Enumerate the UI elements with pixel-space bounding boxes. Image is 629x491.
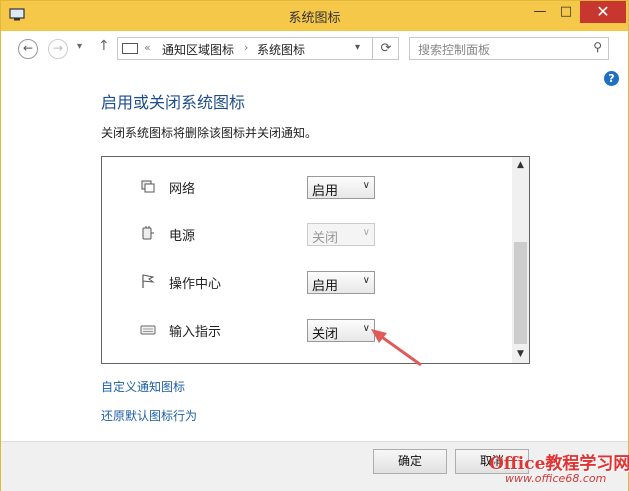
navigation-bar: ← → ▾ ↑ « 通知区域图标 › 系统图标 ▾ ⟳ 搜索控制面板 ⚲ — [1, 31, 628, 67]
restore-default-icon-behavior-link[interactable]: 还原默认图标行为 — [101, 407, 197, 424]
list-item-network: 网络 启用 ∨ — [102, 172, 510, 202]
chevron-right-icon[interactable]: › — [244, 41, 248, 54]
scroll-down-arrow-icon[interactable]: ▼ — [512, 346, 529, 363]
vertical-scrollbar[interactable]: ▲ ▼ — [512, 157, 529, 363]
chevron-down-icon: ∨ — [362, 227, 370, 238]
keyboard-icon — [140, 325, 156, 335]
search-box[interactable]: 搜索控制面板 ⚲ — [409, 37, 609, 60]
breadcrumb-notification-area-icons[interactable]: 通知区域图标 — [162, 41, 234, 58]
watermark: Office教程学习网 www.office68.com — [475, 449, 629, 489]
back-button[interactable]: ← — [18, 39, 38, 59]
annotation-arrow-icon — [371, 329, 422, 367]
maximize-button[interactable]: □ — [553, 1, 579, 23]
search-icon[interactable]: ⚲ — [593, 40, 602, 54]
list-item-action-center: 操作中心 启用 ∨ — [102, 267, 510, 297]
watermark-url: www.office68.com — [505, 472, 607, 485]
scrollbar-thumb[interactable] — [514, 242, 527, 344]
power-select: 关闭 ∨ — [307, 223, 375, 246]
input-indicator-select[interactable]: 关闭 ∨ — [307, 319, 375, 342]
power-label: 电源 — [169, 229, 196, 244]
refresh-button[interactable]: ⟳ — [372, 38, 399, 59]
network-icon — [141, 180, 155, 193]
address-bar[interactable]: « 通知区域图标 › 系统图标 ▾ ⟳ — [117, 37, 399, 60]
chevron-down-icon: ∨ — [362, 275, 370, 286]
network-select[interactable]: 启用 ∨ — [307, 176, 375, 199]
computer-icon — [122, 43, 138, 54]
chevron-left-icon[interactable]: « — [144, 41, 151, 54]
minimize-button[interactable]: — — [527, 1, 553, 23]
ok-button[interactable]: 确定 — [373, 449, 447, 474]
network-label: 网络 — [169, 182, 196, 197]
title-bar: 系统图标 — □ ✕ — [1, 1, 628, 31]
list-item-power: 电源 关闭 ∨ — [102, 219, 510, 249]
recent-pages-dropdown[interactable]: ▾ — [77, 41, 82, 52]
list-item-input-indicator: 输入指示 关闭 ∨ — [102, 315, 510, 345]
up-button[interactable]: ↑ — [98, 38, 110, 54]
power-icon — [142, 226, 154, 240]
system-icons-list: 网络 启用 ∨ 电源 关闭 ∨ 操作中心 启用 ∨ 输入指示 关闭 ∨ ▲ ▼ — [101, 156, 530, 364]
page-description: 关闭系统图标将删除该图标并关闭通知。 — [101, 126, 318, 140]
action-center-select[interactable]: 启用 ∨ — [307, 271, 375, 294]
address-dropdown-icon[interactable]: ▾ — [355, 42, 360, 53]
chevron-down-icon: ∨ — [362, 180, 370, 191]
control-panel-window: 系统图标 — □ ✕ ← → ▾ ↑ « 通知区域图标 › 系统图标 ▾ ⟳ 搜… — [0, 0, 629, 491]
flag-icon — [142, 274, 155, 288]
close-button[interactable]: ✕ — [580, 1, 626, 23]
page-title: 启用或关闭系统图标 — [101, 93, 246, 112]
forward-button[interactable]: → — [48, 39, 68, 59]
watermark-title: Office教程学习网 — [489, 454, 629, 474]
input-indicator-label: 输入指示 — [169, 325, 222, 340]
search-placeholder: 搜索控制面板 — [418, 43, 491, 57]
action-center-label: 操作中心 — [169, 277, 222, 292]
help-icon[interactable]: ? — [604, 71, 619, 86]
breadcrumb-system-icons[interactable]: 系统图标 — [257, 41, 305, 58]
scroll-up-arrow-icon[interactable]: ▲ — [512, 157, 529, 174]
customize-notification-icons-link[interactable]: 自定义通知图标 — [101, 378, 185, 395]
